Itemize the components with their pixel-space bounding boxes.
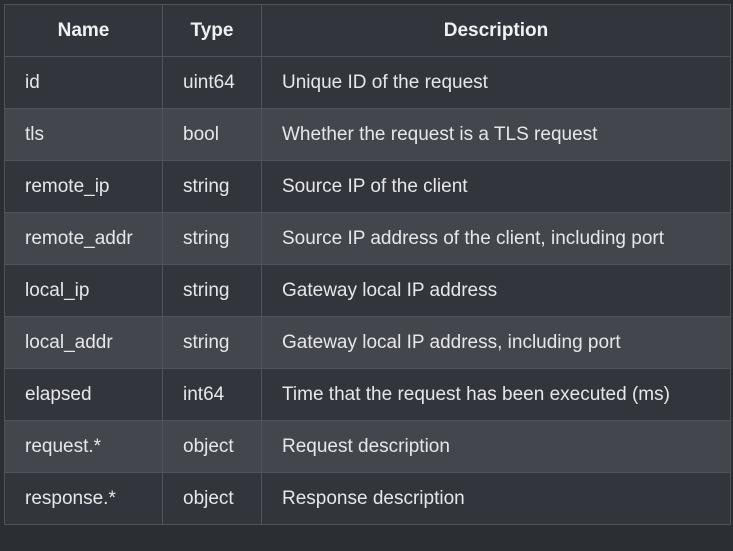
cell-description: Time that the request has been executed … — [261, 368, 731, 421]
table-row: request.* object Request description — [4, 420, 731, 473]
table-body: id uint64 Unique ID of the request tls b… — [4, 56, 731, 525]
cell-description: Gateway local IP address — [261, 264, 731, 317]
cell-description: Source IP address of the client, includi… — [261, 212, 731, 265]
cell-type: string — [162, 316, 262, 369]
table-row: remote_ip string Source IP of the client — [4, 160, 731, 213]
cell-type: bool — [162, 108, 262, 161]
cell-type: int64 — [162, 368, 262, 421]
table-row: elapsed int64 Time that the request has … — [4, 368, 731, 421]
cell-name: response.* — [4, 472, 163, 525]
table-row: local_ip string Gateway local IP address — [4, 264, 731, 317]
cell-type: string — [162, 212, 262, 265]
table-header: Name Type Description — [4, 4, 731, 57]
table-row: response.* object Response description — [4, 472, 731, 525]
cell-description: Whether the request is a TLS request — [261, 108, 731, 161]
table-row: remote_addr string Source IP address of … — [4, 212, 731, 265]
cell-type: string — [162, 160, 262, 213]
cell-type: string — [162, 264, 262, 317]
header-name: Name — [4, 4, 163, 57]
cell-name: request.* — [4, 420, 163, 473]
cell-name: remote_ip — [4, 160, 163, 213]
variables-table: Name Type Description id uint64 Unique I… — [4, 4, 731, 525]
cell-name: tls — [4, 108, 163, 161]
cell-name: id — [4, 56, 163, 109]
cell-name: local_ip — [4, 264, 163, 317]
cell-name: local_addr — [4, 316, 163, 369]
cell-name: elapsed — [4, 368, 163, 421]
cell-type: object — [162, 472, 262, 525]
cell-type: uint64 — [162, 56, 262, 109]
cell-type: object — [162, 420, 262, 473]
table-row: local_addr string Gateway local IP addre… — [4, 316, 731, 369]
header-row: Name Type Description — [4, 4, 731, 57]
variables-table-container: Name Type Description id uint64 Unique I… — [4, 4, 731, 534]
cell-description: Source IP of the client — [261, 160, 731, 213]
cell-description: Unique ID of the request — [261, 56, 731, 109]
table-row: tls bool Whether the request is a TLS re… — [4, 108, 731, 161]
cell-description: Gateway local IP address, including port — [261, 316, 731, 369]
cell-description: Response description — [261, 472, 731, 525]
header-type: Type — [162, 4, 262, 57]
cell-description: Request description — [261, 420, 731, 473]
table-row: id uint64 Unique ID of the request — [4, 56, 731, 109]
cell-name: remote_addr — [4, 212, 163, 265]
header-description: Description — [261, 4, 731, 57]
